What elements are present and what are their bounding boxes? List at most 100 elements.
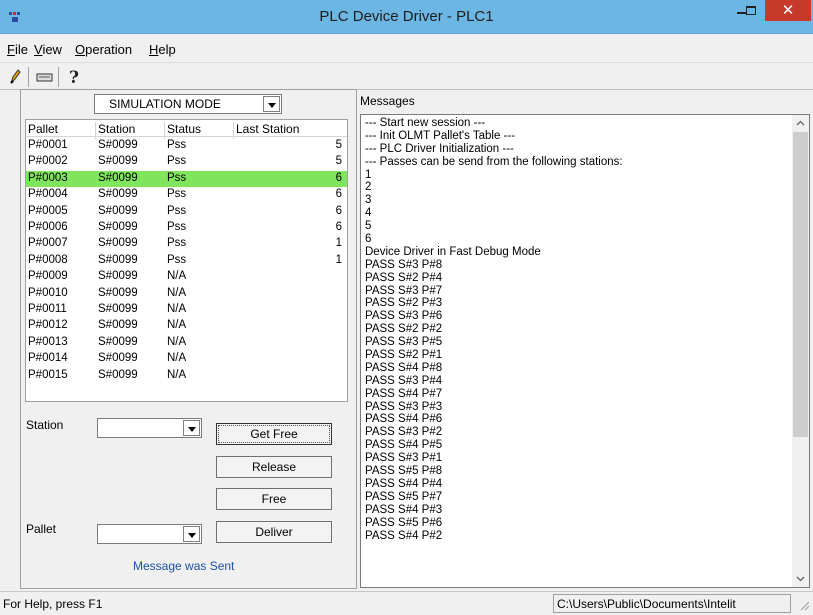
table-row[interactable]: P#0013 S#0099 N/A — [26, 335, 347, 351]
menu-view[interactable]: View — [34, 42, 62, 57]
edit-pencil-icon[interactable] — [3, 66, 27, 88]
table-cell: S#0099 — [98, 253, 138, 266]
table-row[interactable]: P#0010 S#0099 N/A — [26, 286, 347, 302]
pallet-label: Pallet — [26, 522, 57, 536]
table-cell: P#0012 — [28, 319, 68, 332]
table-row[interactable]: P#0011 S#0099 N/A — [26, 302, 347, 318]
messages-panel: Messages --- Start new session --- --- In… — [356, 89, 810, 589]
messages-log[interactable]: --- Start new session --- --- Init OLMT P… — [360, 114, 810, 588]
pallet-table: Pallet Station Status Last Station P#000… — [25, 119, 348, 402]
message-line: PASS S#3 P#2 — [365, 426, 443, 439]
table-row[interactable]: P#0007 S#0099 Pss 1 — [26, 236, 347, 252]
message-line: PASS S#4 P#5 — [365, 439, 443, 452]
keyboard-icon[interactable] — [33, 66, 57, 88]
table-header: Pallet Station Status Last Station — [26, 120, 347, 139]
table-cell: P#0001 — [28, 139, 68, 151]
release-button[interactable]: Release — [216, 456, 332, 478]
window-title: PLC Device Driver - PLC1 — [319, 8, 494, 25]
table-cell: S#0099 — [98, 270, 138, 283]
table-cell: N/A — [167, 270, 187, 283]
table-row[interactable]: P#0008 S#0099 Pss 1 — [26, 253, 347, 269]
table-row[interactable]: P#0006 S#0099 Pss 6 — [26, 220, 347, 236]
table-cell: S#0099 — [98, 221, 138, 233]
message-line: --- Init OLMT Pallet's Table --- — [365, 129, 516, 142]
scroll-thumb[interactable] — [793, 132, 808, 437]
table-cell: S#0099 — [98, 237, 138, 250]
menu-help[interactable]: Help — [149, 42, 176, 57]
get-free-button[interactable]: Get Free — [216, 423, 332, 445]
table-cell: P#0003 — [28, 171, 68, 184]
table-cell: 6 — [335, 188, 342, 201]
table-row[interactable]: P#0009 S#0099 N/A — [26, 269, 347, 285]
maximize-icon[interactable] — [737, 0, 765, 22]
table-row[interactable]: P#0014 S#0099 N/A — [26, 351, 347, 367]
table-row[interactable]: P#0003 S#0099 Pss 6 — [26, 170, 347, 187]
chevron-down-icon[interactable] — [263, 96, 280, 112]
resize-grip-icon[interactable] — [795, 596, 811, 612]
table-cell: 1 — [335, 237, 342, 250]
table-cell: S#0099 — [98, 319, 138, 332]
menu-operation[interactable]: Operation — [75, 42, 132, 57]
table-cell: Pss — [167, 155, 187, 168]
svg-text:?: ? — [69, 68, 79, 88]
menu-file[interactable]: File — [7, 42, 28, 57]
column-header[interactable]: Status — [165, 122, 234, 139]
close-icon: ✕ — [781, 1, 795, 19]
pallet-combo[interactable] — [97, 524, 202, 544]
message-line: PASS S#3 P#3 — [365, 400, 443, 413]
table-cell: Pss — [167, 139, 187, 151]
table-cell: P#0010 — [28, 286, 68, 299]
scroll-down-icon[interactable] — [792, 570, 809, 587]
table-cell: Pss — [167, 204, 187, 217]
station-combo[interactable] — [97, 418, 202, 438]
column-header[interactable]: Pallet — [26, 122, 96, 139]
table-row[interactable]: P#0001 S#0099 Pss 5 — [26, 138, 347, 154]
title-bar[interactable]: PLC Device Driver - PLC1 ✕ — [0, 0, 813, 34]
message-line: 4 — [365, 207, 372, 220]
chevron-down-icon[interactable] — [183, 420, 200, 436]
table-cell: Pss — [167, 253, 187, 266]
table-cell: Pss — [167, 171, 187, 184]
menu-bar: File View Operation Help — [0, 38, 813, 60]
message-line: PASS S#2 P#2 — [365, 323, 443, 336]
table-cell: S#0099 — [98, 335, 138, 348]
message-line: PASS S#4 P#8 — [365, 361, 443, 374]
table-row[interactable]: P#0002 S#0099 Pss 5 — [26, 154, 347, 170]
vertical-scrollbar[interactable] — [792, 115, 809, 587]
message-line: PASS S#4 P#2 — [365, 529, 443, 542]
table-cell: P#0011 — [28, 303, 67, 315]
message-line: PASS S#5 P#7 — [365, 490, 443, 503]
chevron-down-icon[interactable] — [183, 526, 200, 542]
pallet-panel: SIMULATION MODE Pallet Station Status La… — [20, 89, 357, 589]
scroll-up-icon[interactable] — [792, 115, 809, 132]
table-row[interactable]: P#0005 S#0099 Pss 6 — [26, 204, 347, 220]
deliver-button[interactable]: Deliver — [216, 521, 332, 543]
help-question-icon[interactable]: ? — [63, 66, 87, 88]
table-cell: N/A — [167, 352, 187, 365]
table-cell: P#0006 — [28, 221, 68, 233]
message-line: Device Driver in Fast Debug Mode — [365, 245, 541, 258]
message-line: PASS S#2 P#3 — [365, 297, 443, 310]
table-row[interactable]: P#0015 S#0099 N/A — [26, 368, 347, 384]
message-line: PASS S#3 P#5 — [365, 336, 443, 349]
table-cell: 5 — [335, 139, 342, 151]
messages-label: Messages — [360, 94, 415, 108]
table-cell: P#0014 — [28, 352, 68, 365]
free-button[interactable]: Free — [216, 488, 332, 510]
status-help-text: For Help, press F1 — [3, 597, 103, 611]
message-line: --- Passes can be send from the followin… — [365, 155, 623, 168]
table-cell: P#0005 — [28, 204, 68, 217]
status-bar: For Help, press F1 C:\Users\Public\Docum… — [0, 591, 813, 615]
message-line: --- Start new session --- — [365, 117, 486, 129]
table-row[interactable]: P#0004 S#0099 Pss 6 — [26, 187, 347, 203]
column-header[interactable]: Last Station — [234, 122, 347, 139]
table-cell: 6 — [335, 221, 342, 233]
close-button[interactable]: ✕ — [765, 0, 811, 21]
mode-select[interactable]: SIMULATION MODE — [94, 94, 282, 114]
station-label: Station — [26, 418, 64, 432]
message-line: PASS S#4 P#6 — [365, 413, 443, 426]
table-cell: S#0099 — [98, 204, 138, 217]
table-cell: S#0099 — [98, 368, 138, 381]
column-header[interactable]: Station — [96, 122, 165, 139]
table-row[interactable]: P#0012 S#0099 N/A — [26, 318, 347, 334]
